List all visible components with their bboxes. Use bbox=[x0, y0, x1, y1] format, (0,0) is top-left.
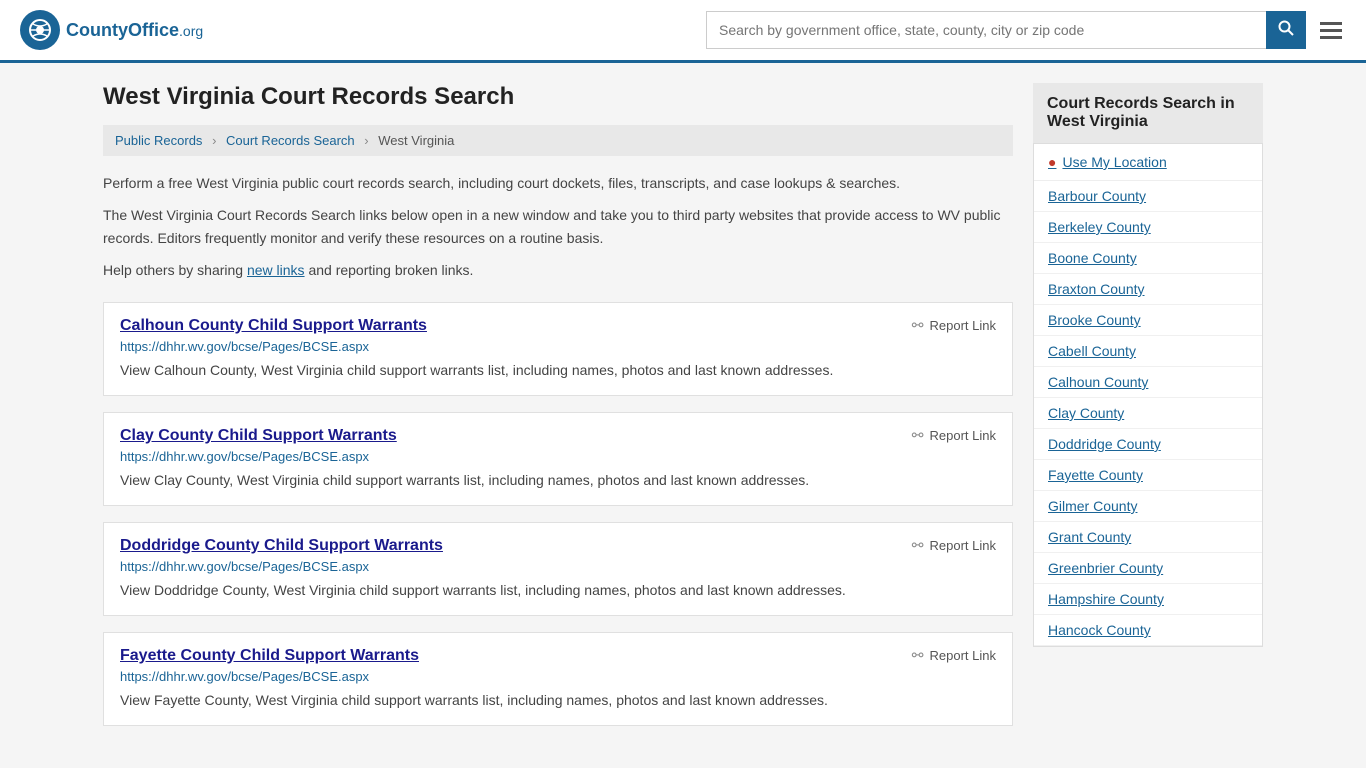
sidebar-item-county-5[interactable]: Cabell County bbox=[1034, 336, 1262, 367]
sidebar-item-county-2[interactable]: Boone County bbox=[1034, 243, 1262, 274]
result-header: Fayette County Child Support Warrants ⚯ … bbox=[120, 647, 996, 665]
result-title[interactable]: Fayette County Child Support Warrants bbox=[120, 647, 419, 665]
report-icon: ⚯ bbox=[912, 537, 924, 554]
sidebar-item-county-13[interactable]: Hampshire County bbox=[1034, 584, 1262, 615]
result-item: Calhoun County Child Support Warrants ⚯ … bbox=[103, 302, 1013, 396]
report-icon: ⚯ bbox=[912, 647, 924, 664]
report-link-button[interactable]: ⚯ Report Link bbox=[912, 537, 996, 554]
result-url[interactable]: https://dhhr.wv.gov/bcse/Pages/BCSE.aspx bbox=[120, 669, 996, 684]
result-url[interactable]: https://dhhr.wv.gov/bcse/Pages/BCSE.aspx bbox=[120, 339, 996, 354]
result-header: Clay County Child Support Warrants ⚯ Rep… bbox=[120, 427, 996, 445]
sidebar-title: Court Records Search in West Virginia bbox=[1033, 83, 1263, 143]
sidebar-item-county-11[interactable]: Grant County bbox=[1034, 522, 1262, 553]
report-link-button[interactable]: ⚯ Report Link bbox=[912, 427, 996, 444]
result-item: Doddridge County Child Support Warrants … bbox=[103, 522, 1013, 616]
report-icon: ⚯ bbox=[912, 427, 924, 444]
result-desc: View Doddridge County, West Virginia chi… bbox=[120, 580, 996, 601]
report-link-label: Report Link bbox=[930, 538, 996, 553]
breadcrumb-court-records[interactable]: Court Records Search bbox=[226, 133, 355, 148]
result-item: Fayette County Child Support Warrants ⚯ … bbox=[103, 632, 1013, 726]
breadcrumb-sep-1: › bbox=[212, 133, 216, 148]
header: CountyOffice.org bbox=[0, 0, 1366, 63]
share-text: Help others by sharing new links and rep… bbox=[103, 259, 1013, 281]
new-links-link[interactable]: new links bbox=[247, 262, 305, 278]
share-suffix: and reporting broken links. bbox=[305, 262, 474, 278]
search-input[interactable] bbox=[706, 11, 1266, 49]
use-location-button[interactable]: ● Use My Location bbox=[1034, 144, 1262, 181]
breadcrumb: Public Records › Court Records Search › … bbox=[103, 125, 1013, 156]
sidebar-item-county-1[interactable]: Berkeley County bbox=[1034, 212, 1262, 243]
breadcrumb-sep-2: › bbox=[364, 133, 368, 148]
content-area: West Virginia Court Records Search Publi… bbox=[103, 83, 1013, 742]
result-desc: View Fayette County, West Virginia child… bbox=[120, 690, 996, 711]
result-header: Doddridge County Child Support Warrants … bbox=[120, 537, 996, 555]
report-link-label: Report Link bbox=[930, 428, 996, 443]
logo[interactable]: CountyOffice.org bbox=[20, 10, 203, 50]
menu-button[interactable] bbox=[1316, 18, 1346, 43]
result-item: Clay County Child Support Warrants ⚯ Rep… bbox=[103, 412, 1013, 506]
sidebar-item-county-12[interactable]: Greenbrier County bbox=[1034, 553, 1262, 584]
result-desc: View Calhoun County, West Virginia child… bbox=[120, 360, 996, 381]
result-desc: View Clay County, West Virginia child su… bbox=[120, 470, 996, 491]
report-link-label: Report Link bbox=[930, 318, 996, 333]
logo-icon bbox=[20, 10, 60, 50]
breadcrumb-public-records[interactable]: Public Records bbox=[115, 133, 202, 148]
sidebar-item-county-0[interactable]: Barbour County bbox=[1034, 181, 1262, 212]
result-title[interactable]: Clay County Child Support Warrants bbox=[120, 427, 397, 445]
report-link-button[interactable]: ⚯ Report Link bbox=[912, 317, 996, 334]
intro-secondary: The West Virginia Court Records Search l… bbox=[103, 204, 1013, 249]
result-header: Calhoun County Child Support Warrants ⚯ … bbox=[120, 317, 996, 335]
sidebar-item-county-6[interactable]: Calhoun County bbox=[1034, 367, 1262, 398]
main-container: West Virginia Court Records Search Publi… bbox=[83, 63, 1283, 762]
search-button[interactable] bbox=[1266, 11, 1306, 49]
results-list: Calhoun County Child Support Warrants ⚯ … bbox=[103, 302, 1013, 726]
report-icon: ⚯ bbox=[912, 317, 924, 334]
search-area bbox=[706, 11, 1346, 49]
intro-primary: Perform a free West Virginia public cour… bbox=[103, 172, 1013, 194]
sidebar-item-county-14[interactable]: Hancock County bbox=[1034, 615, 1262, 646]
county-list: Barbour CountyBerkeley CountyBoone Count… bbox=[1034, 181, 1262, 646]
sidebar-item-county-8[interactable]: Doddridge County bbox=[1034, 429, 1262, 460]
sidebar-item-county-7[interactable]: Clay County bbox=[1034, 398, 1262, 429]
result-url[interactable]: https://dhhr.wv.gov/bcse/Pages/BCSE.aspx bbox=[120, 449, 996, 464]
result-url[interactable]: https://dhhr.wv.gov/bcse/Pages/BCSE.aspx bbox=[120, 559, 996, 574]
logo-text: CountyOffice.org bbox=[66, 20, 203, 41]
page-title: West Virginia Court Records Search bbox=[103, 83, 1013, 111]
sidebar-box: ● Use My Location Barbour CountyBerkeley… bbox=[1033, 143, 1263, 647]
location-icon: ● bbox=[1048, 154, 1056, 170]
result-title[interactable]: Doddridge County Child Support Warrants bbox=[120, 537, 443, 555]
report-link-button[interactable]: ⚯ Report Link bbox=[912, 647, 996, 664]
sidebar-item-county-4[interactable]: Brooke County bbox=[1034, 305, 1262, 336]
sidebar-item-county-10[interactable]: Gilmer County bbox=[1034, 491, 1262, 522]
sidebar-item-county-9[interactable]: Fayette County bbox=[1034, 460, 1262, 491]
result-title[interactable]: Calhoun County Child Support Warrants bbox=[120, 317, 427, 335]
use-location-label: Use My Location bbox=[1062, 154, 1166, 170]
report-link-label: Report Link bbox=[930, 648, 996, 663]
sidebar: Court Records Search in West Virginia ● … bbox=[1033, 83, 1263, 742]
sidebar-item-county-3[interactable]: Braxton County bbox=[1034, 274, 1262, 305]
share-prefix: Help others by sharing bbox=[103, 262, 247, 278]
breadcrumb-current: West Virginia bbox=[378, 133, 454, 148]
